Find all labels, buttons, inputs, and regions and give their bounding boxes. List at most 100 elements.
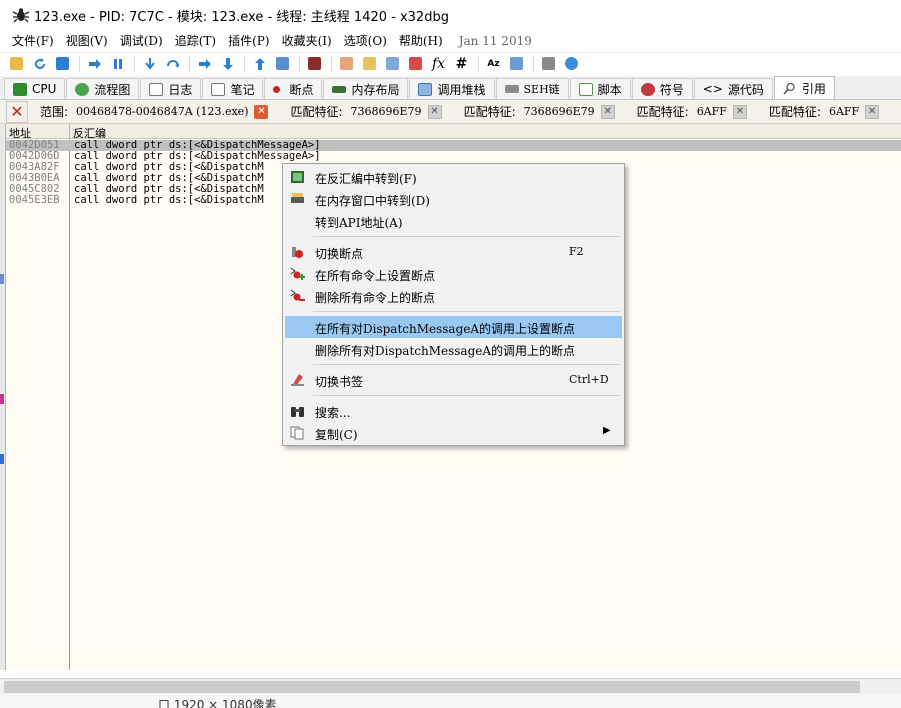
labels-button[interactable] bbox=[382, 55, 403, 73]
tab-seh[interactable]: SEH链 bbox=[495, 78, 569, 99]
trace-into-button[interactable] bbox=[194, 55, 215, 73]
column-divider[interactable] bbox=[69, 124, 70, 139]
comment-icon bbox=[363, 57, 376, 70]
tab-symbols[interactable]: 符号 bbox=[631, 78, 693, 99]
execute-till-return-button[interactable] bbox=[249, 55, 270, 73]
close-subtab-icon[interactable]: ✕ bbox=[865, 104, 880, 119]
az-icon: Az bbox=[487, 58, 500, 69]
tab-graph[interactable]: 流程图 bbox=[66, 78, 140, 99]
source-code-icon: <> bbox=[702, 82, 723, 96]
menu-separator bbox=[313, 311, 620, 312]
restart-button[interactable] bbox=[29, 55, 50, 73]
run-to-user-code-button[interactable] bbox=[272, 55, 293, 73]
menu-separator bbox=[313, 236, 620, 237]
menu-item-toggle-breakpoint[interactable]: 切换断点 F2 bbox=[285, 241, 622, 263]
menu-item-search[interactable]: 搜索... bbox=[285, 400, 622, 422]
edge-chip bbox=[0, 454, 4, 464]
tab-call-stack[interactable]: 调用堆栈 bbox=[409, 78, 495, 99]
menu-item-toggle-bookmark[interactable]: 切换书签 Ctrl+D bbox=[285, 369, 622, 391]
subtab-match-2[interactable]: 匹配特征: 7368696E79 ✕ bbox=[458, 101, 621, 123]
label-icon bbox=[386, 57, 399, 70]
step-over-button[interactable] bbox=[162, 55, 183, 73]
step-into-button[interactable] bbox=[139, 55, 160, 73]
scylla-icon bbox=[308, 57, 321, 70]
menu-bar: 文件(F) 视图(V) 调试(D) 追踪(T) 插件(P) 收藏夹(I) 选项(… bbox=[0, 30, 901, 52]
toolbar-separator bbox=[478, 55, 479, 72]
context-menu: 在反汇编中转到(F) 在内存窗口中转到(D) 转到API地址(A) 切换断点 F… bbox=[282, 163, 625, 446]
menu-item-goto-api[interactable]: 转到API地址(A) bbox=[285, 210, 622, 232]
globe-icon bbox=[565, 57, 578, 70]
toolbar-separator bbox=[244, 55, 245, 72]
tab-notes[interactable]: 笔记 bbox=[202, 78, 264, 99]
run-arrow-icon bbox=[88, 58, 101, 69]
menu-trace[interactable]: 追踪(T) bbox=[169, 30, 222, 52]
functions-button[interactable]: fx bbox=[428, 55, 449, 73]
tab-strip: CPU 流程图 日志 笔记 断点 内存布局 调用堆栈 SEH链 脚本 符号 <>… bbox=[0, 76, 901, 100]
edge-chip bbox=[0, 394, 4, 404]
tab-source[interactable]: <> 源代码 bbox=[693, 78, 773, 99]
run-button[interactable] bbox=[84, 55, 105, 73]
menu-item-label: 搜索... bbox=[315, 406, 351, 420]
menu-plugins[interactable]: 插件(P) bbox=[222, 30, 275, 52]
trace-over-button[interactable] bbox=[217, 55, 238, 73]
menu-file[interactable]: 文件(F) bbox=[6, 30, 60, 52]
tab-label: 源代码 bbox=[727, 82, 764, 97]
strings-button[interactable]: Az bbox=[483, 55, 504, 73]
close-subtab-icon[interactable]: ✕ bbox=[427, 104, 442, 119]
close-subtab-icon[interactable]: ✕ bbox=[732, 104, 747, 119]
subtab-match-value: 6AFF bbox=[696, 105, 727, 118]
patches-button[interactable] bbox=[336, 55, 357, 73]
subtab-match-3[interactable]: 匹配特征: 6AFF ✕ bbox=[631, 101, 753, 123]
toolbar-separator bbox=[331, 55, 332, 72]
menu-debug[interactable]: 调试(D) bbox=[114, 30, 169, 52]
menu-item-remove-all-breakpoints[interactable]: 删除所有命令上的断点 bbox=[285, 285, 622, 307]
hash-button[interactable]: # bbox=[451, 55, 472, 73]
script-icon bbox=[578, 82, 593, 96]
pause-button[interactable] bbox=[107, 55, 128, 73]
breakpoint-dot-icon bbox=[273, 85, 281, 93]
disasm-goto-icon bbox=[291, 171, 304, 183]
menu-item-remove-breakpoint-on-calls[interactable]: 删除所有对DispatchMessageA的调用上的断点 bbox=[285, 338, 622, 360]
subtab-match-value: 6AFF bbox=[828, 105, 860, 118]
bookmarks-button[interactable] bbox=[405, 55, 426, 73]
subtab-match-1[interactable]: 匹配特征: 7368696E79 ✕ bbox=[284, 101, 447, 123]
menu-help[interactable]: 帮助(H) bbox=[393, 30, 449, 52]
subtab-range[interactable]: 范围: 00468478-0046847A (123.exe) ✕ bbox=[34, 101, 274, 123]
tab-log[interactable]: 日志 bbox=[140, 78, 202, 99]
menu-item-label: 在反汇编中转到(F) bbox=[315, 172, 417, 186]
scylla-button[interactable] bbox=[304, 55, 325, 73]
comments-button[interactable] bbox=[359, 55, 380, 73]
hash-icon: # bbox=[455, 55, 468, 72]
menu-item-goto-memory[interactable]: 在内存窗口中转到(D) bbox=[285, 188, 622, 210]
tab-label: 符号 bbox=[659, 82, 684, 97]
tab-references[interactable]: 引用 bbox=[773, 76, 835, 99]
menu-favourites[interactable]: 收藏夹(I) bbox=[276, 30, 338, 52]
stop-button[interactable] bbox=[52, 55, 73, 73]
tab-script[interactable]: 脚本 bbox=[569, 78, 631, 99]
menu-item-goto-disassembly[interactable]: 在反汇编中转到(F) bbox=[285, 166, 622, 188]
close-subtab-icon[interactable]: ✕ bbox=[254, 104, 269, 119]
close-subtab-icon[interactable]: ✕ bbox=[600, 104, 615, 119]
open-folder-button[interactable] bbox=[6, 55, 27, 73]
menu-item-set-breakpoint-on-calls[interactable]: 在所有对DispatchMessageA的调用上设置断点 bbox=[285, 316, 622, 338]
seh-icon bbox=[504, 85, 519, 93]
calculator-button[interactable] bbox=[538, 55, 559, 73]
close-all-references-button[interactable]: ✕ bbox=[6, 100, 28, 123]
horizontal-scrollbar[interactable] bbox=[0, 678, 901, 694]
find-button[interactable] bbox=[506, 55, 527, 73]
notes-icon bbox=[211, 82, 226, 96]
website-button[interactable] bbox=[561, 55, 582, 73]
scrollbar-thumb[interactable] bbox=[4, 681, 860, 693]
tab-cpu[interactable]: CPU bbox=[4, 78, 66, 99]
menu-item-set-all-breakpoints[interactable]: 在所有命令上设置断点 bbox=[285, 263, 622, 285]
subtab-match-4[interactable]: 匹配特征: 6AFF ✕ bbox=[763, 101, 885, 123]
menu-item-copy[interactable]: 复制(C) ▶ bbox=[285, 422, 622, 444]
tab-label: CPU bbox=[32, 82, 57, 96]
tab-memory-map[interactable]: 内存布局 bbox=[323, 78, 409, 99]
tab-breakpoints[interactable]: 断点 bbox=[264, 78, 323, 99]
menu-view[interactable]: 视图(V) bbox=[60, 30, 114, 52]
tab-label: 引用 bbox=[801, 81, 826, 96]
menu-options[interactable]: 选项(O) bbox=[338, 30, 393, 52]
menu-item-label: 在所有对DispatchMessageA的调用上设置断点 bbox=[315, 322, 576, 336]
calculator-icon bbox=[542, 57, 555, 70]
